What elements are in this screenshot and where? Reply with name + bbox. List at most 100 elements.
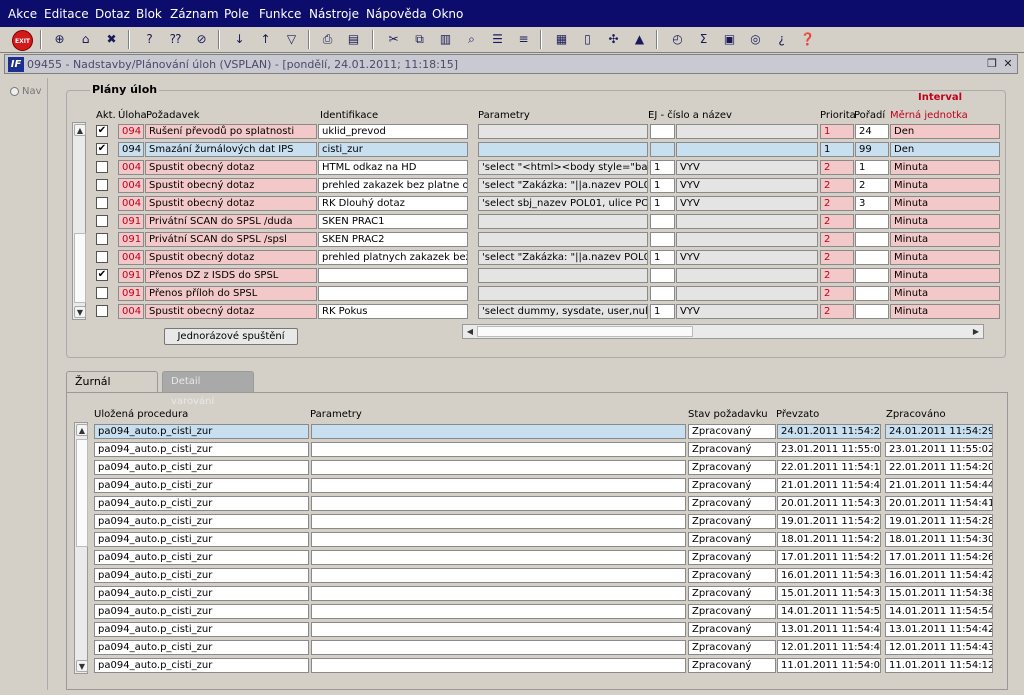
task-priority[interactable]: 2 [820, 268, 854, 283]
network-icon[interactable]: ✣ [604, 30, 623, 49]
task-priority[interactable]: 2 [820, 178, 854, 193]
clock-icon[interactable]: ◴ [668, 30, 687, 49]
ej-number[interactable] [650, 142, 675, 157]
ej-name[interactable] [676, 214, 818, 229]
procedure-params[interactable] [311, 640, 686, 655]
params-hscrollbar[interactable]: ◀ ▶ [462, 324, 984, 339]
task-params[interactable]: 'select "Zakázka: "||a.nazev POL01 [478, 178, 648, 193]
task-params[interactable] [478, 124, 648, 139]
nav-toggle[interactable]: Nav [10, 84, 46, 98]
request-state[interactable]: Zpracovaný [688, 478, 776, 493]
procedure-params[interactable] [311, 658, 686, 673]
request-state[interactable]: Zpracovaný [688, 586, 776, 601]
task-request[interactable]: Privátní SCAN do SPSL /duda [145, 214, 317, 229]
request-state[interactable]: Zpracovaný [688, 568, 776, 583]
task-order[interactable]: 1 [855, 160, 889, 175]
task-ident[interactable]: uklid_prevod [318, 124, 468, 139]
active-checkbox[interactable] [96, 305, 108, 317]
task-order[interactable] [855, 214, 889, 229]
task-params[interactable] [478, 268, 648, 283]
request-state[interactable]: Zpracovaný [688, 496, 776, 511]
task-code[interactable]: 004 [118, 250, 144, 265]
task-code[interactable]: 091 [118, 232, 144, 247]
task-request[interactable]: Spustit obecný dotaz [145, 250, 317, 265]
procedure-name[interactable]: pa094_auto.p_cisti_zur [94, 568, 309, 583]
request-state[interactable]: Zpracovaný [688, 460, 776, 475]
active-checkbox[interactable] [96, 233, 108, 245]
processed-time[interactable]: 20.01.2011 11:54:41 [885, 496, 993, 511]
insert-record-icon[interactable]: ⊕ [50, 30, 69, 49]
task-order[interactable]: 99 [855, 142, 889, 157]
processed-time[interactable]: 15.01.2011 11:54:38 [885, 586, 993, 601]
procedure-name[interactable]: pa094_auto.p_cisti_zur [94, 442, 309, 457]
journal-vscrollbar[interactable]: ▲ ▼ [74, 422, 88, 674]
active-checkbox[interactable] [96, 215, 108, 227]
task-unit[interactable]: Minuta [890, 268, 1000, 283]
scroll-up-icon[interactable]: ▲ [74, 124, 86, 136]
task-ident[interactable]: prehled zakazek bez platne od [318, 178, 468, 193]
task-request[interactable]: Přenos DZ z ISDS do SPSL [145, 268, 317, 283]
task-ident[interactable] [318, 286, 468, 301]
task-order[interactable]: 2 [855, 178, 889, 193]
task-params[interactable] [478, 232, 648, 247]
task-order[interactable]: 3 [855, 196, 889, 211]
ej-number[interactable]: 1 [650, 196, 675, 211]
help-person-icon[interactable]: ¿ [772, 30, 791, 49]
task-priority[interactable]: 2 [820, 304, 854, 319]
copy-icon[interactable]: ⧉ [410, 30, 429, 49]
task-params[interactable]: 'select "<html><body style="backgr [478, 160, 648, 175]
active-checkbox[interactable]: ✔ [96, 125, 108, 137]
task-code[interactable]: 004 [118, 178, 144, 193]
task-priority[interactable]: 1 [820, 124, 854, 139]
active-checkbox[interactable] [96, 197, 108, 209]
task-priority[interactable]: 2 [820, 214, 854, 229]
ej-number[interactable] [650, 124, 675, 139]
active-checkbox[interactable]: ✔ [96, 269, 108, 281]
task-unit[interactable]: Minuta [890, 160, 1000, 175]
scroll-down-icon[interactable]: ▼ [76, 660, 88, 672]
sort-desc-icon[interactable]: ↑ [256, 30, 275, 49]
menu-nastroje[interactable]: Nástroje [309, 7, 359, 21]
ej-number[interactable] [650, 268, 675, 283]
ej-name[interactable] [676, 286, 818, 301]
processed-time[interactable]: 23.01.2011 11:55:02 [885, 442, 993, 457]
taken-time[interactable]: 17.01.2011 11:54:23 [777, 550, 881, 565]
ej-name[interactable] [676, 268, 818, 283]
task-ident[interactable]: HTML odkaz na HD [318, 160, 468, 175]
processed-time[interactable]: 24.01.2011 11:54:29 [885, 424, 993, 439]
list-icon[interactable]: ☰ [488, 30, 507, 49]
mountain-icon[interactable]: ▲ [630, 30, 649, 49]
menu-akce[interactable]: Akce [8, 7, 37, 21]
task-unit[interactable]: Minuta [890, 196, 1000, 211]
save-icon[interactable]: ⌂ [76, 30, 95, 49]
procedure-name[interactable]: pa094_auto.p_cisti_zur [94, 460, 309, 475]
task-params[interactable] [478, 142, 648, 157]
procedure-params[interactable] [311, 550, 686, 565]
ej-name[interactable]: VYV [676, 196, 818, 211]
task-order[interactable] [855, 250, 889, 265]
task-unit[interactable]: Den [890, 124, 1000, 139]
procedure-name[interactable]: pa094_auto.p_cisti_zur [94, 622, 309, 637]
task-ident[interactable]: SKEN PRAC2 [318, 232, 468, 247]
ej-number[interactable]: 1 [650, 304, 675, 319]
task-priority[interactable]: 2 [820, 196, 854, 211]
menu-okno[interactable]: Okno [432, 7, 463, 21]
task-request[interactable]: Spustit obecný dotaz [145, 160, 317, 175]
ej-number[interactable]: 1 [650, 178, 675, 193]
active-checkbox[interactable] [96, 179, 108, 191]
procedure-name[interactable]: pa094_auto.p_cisti_zur [94, 514, 309, 529]
task-ident[interactable]: prehled platnych zakazek bez [318, 250, 468, 265]
calculator-icon[interactable]: ▦ [552, 30, 571, 49]
task-params[interactable]: 'select "Zakázka: "||a.nazev POL01 [478, 250, 648, 265]
task-order[interactable]: 24 [855, 124, 889, 139]
help-icon[interactable]: ❓ [798, 30, 817, 49]
taken-time[interactable]: 12.01.2011 11:54:40 [777, 640, 881, 655]
task-code[interactable]: 091 [118, 268, 144, 283]
task-ident[interactable]: RK Dlouhý dotaz [318, 196, 468, 211]
procedure-params[interactable] [311, 460, 686, 475]
taken-time[interactable]: 20.01.2011 11:54:39 [777, 496, 881, 511]
task-ident[interactable]: cisti_zur [318, 142, 468, 157]
detail-list-icon[interactable]: ≡ [514, 30, 533, 49]
scroll-down-icon[interactable]: ▼ [74, 306, 86, 318]
task-priority[interactable]: 2 [820, 160, 854, 175]
